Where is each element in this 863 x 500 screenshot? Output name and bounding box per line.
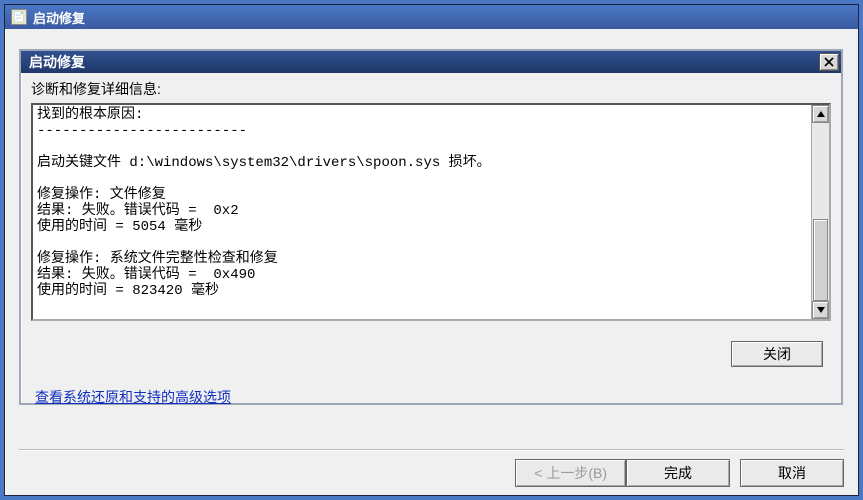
diagnostics-log-text: 找到的根本原因: ------------------------- 启动关键文… <box>33 105 811 319</box>
log-scrollbar[interactable] <box>811 105 829 319</box>
app-icon: 📄 <box>11 9 27 25</box>
diagnostics-log-box: 找到的根本原因: ------------------------- 启动关键文… <box>31 103 831 321</box>
dialog-button-row: 关闭 <box>31 341 831 367</box>
outer-title-text: 启动修复 <box>33 8 85 27</box>
dialog-close-button[interactable] <box>819 53 839 71</box>
finish-button[interactable]: 完成 <box>626 459 730 487</box>
details-label: 诊断和修复详细信息: <box>31 79 831 99</box>
chevron-down-icon <box>817 307 825 313</box>
dialog-content: 诊断和修复详细信息: 找到的根本原因: --------------------… <box>21 73 841 403</box>
advanced-link-row: 查看系统还原和支持的高级选项 <box>31 387 831 407</box>
wizard-divider <box>19 449 844 451</box>
dialog-titlebar[interactable]: 启动修复 <box>21 51 841 73</box>
outer-body: 启动修复 诊断和修复详细信息: 找到的根本原因: ---------------… <box>5 29 858 495</box>
close-icon <box>824 57 834 67</box>
startup-repair-dialog: 启动修复 诊断和修复详细信息: 找到的根本原因: ---------------… <box>19 49 843 405</box>
outer-titlebar[interactable]: 📄 启动修复 <box>5 5 858 29</box>
scroll-up-button[interactable] <box>812 105 829 123</box>
wizard-button-row: < 上一步(B) 完成 取消 <box>515 459 844 487</box>
advanced-options-link[interactable]: 查看系统还原和支持的高级选项 <box>35 389 231 405</box>
close-button[interactable]: 关闭 <box>731 341 823 367</box>
scroll-down-button[interactable] <box>812 301 829 319</box>
back-button: < 上一步(B) <box>515 459 626 487</box>
chevron-up-icon <box>817 111 825 117</box>
dialog-title-text: 启动修复 <box>29 52 85 72</box>
scroll-track[interactable] <box>812 123 829 301</box>
outer-window: 📄 启动修复 启动修复 诊断和修复详细信息: 找到的根本原因: --------… <box>4 4 859 496</box>
cancel-button[interactable]: 取消 <box>740 459 844 487</box>
scroll-thumb[interactable] <box>813 219 828 301</box>
